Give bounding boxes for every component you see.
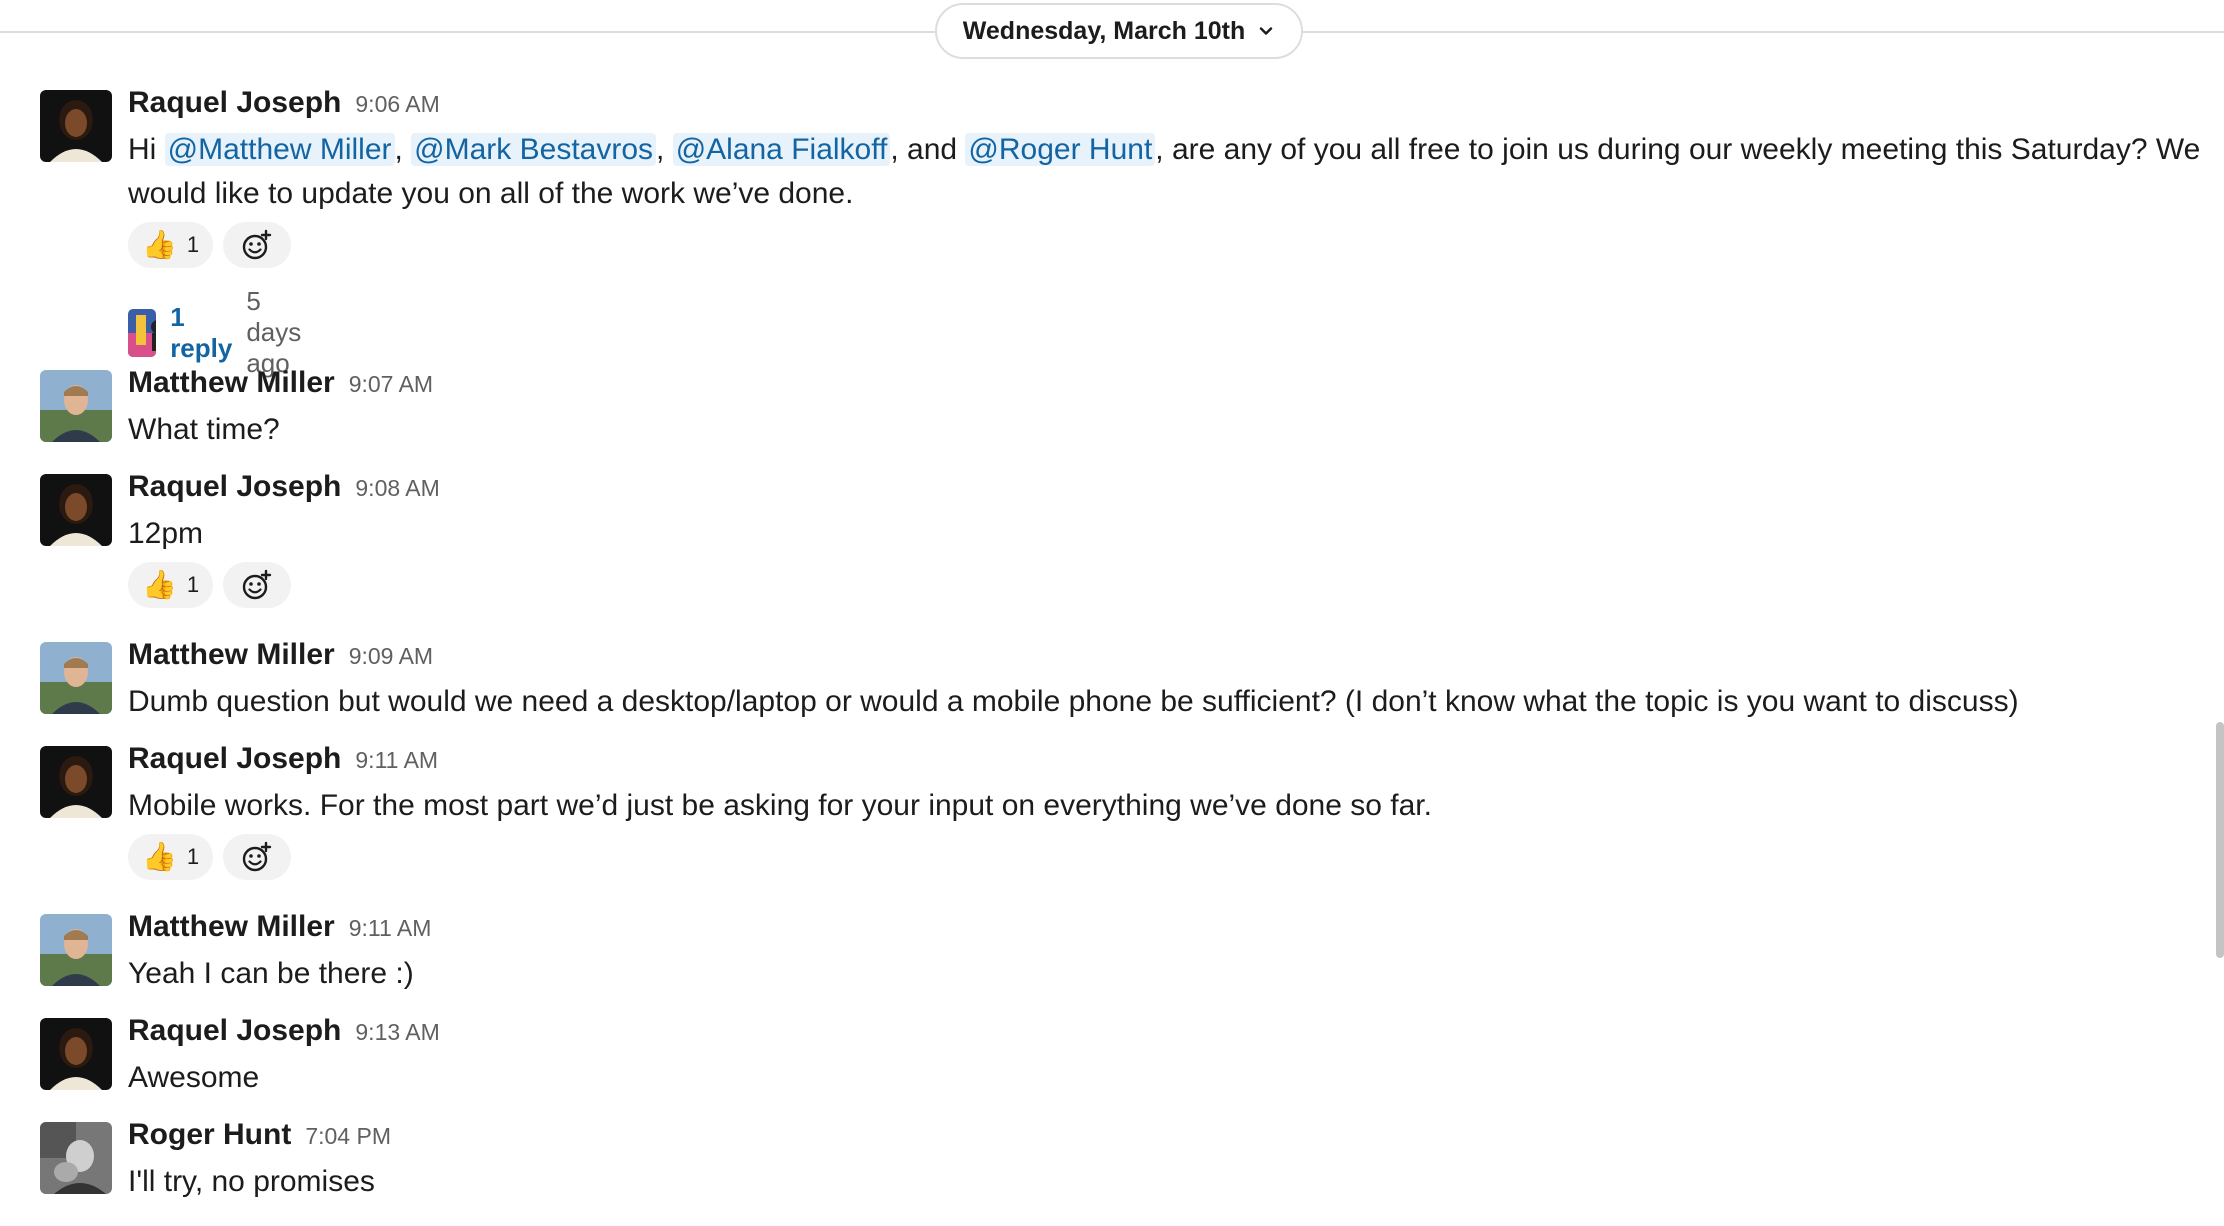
reply-avatar	[128, 309, 156, 357]
message-text: Dumb question but would we need a deskto…	[128, 685, 2019, 718]
avatar[interactable]	[40, 90, 112, 162]
chevron-down-icon	[1260, 27, 1273, 35]
reaction-count: 1	[186, 572, 200, 597]
add-reaction-icon	[240, 568, 274, 602]
avatar[interactable]	[40, 1018, 112, 1090]
avatar[interactable]	[40, 914, 112, 986]
author-name[interactable]: Matthew Miller	[128, 366, 335, 400]
message-text: Hi @Matthew Miller, @Mark Bestavros, @Al…	[128, 133, 2201, 210]
reply-count-link[interactable]: 1 reply	[170, 302, 232, 364]
author-name[interactable]: Matthew Miller	[128, 910, 335, 944]
mention-link[interactable]: @Alana Fialkoff	[672, 133, 891, 166]
message-text: I'll try, no promises	[128, 1165, 375, 1198]
add-reaction-button[interactable]	[223, 222, 292, 268]
author-name[interactable]: Raquel Joseph	[128, 742, 341, 776]
timestamp[interactable]: 9:07 AM	[349, 371, 433, 398]
author-name[interactable]: Matthew Miller	[128, 638, 335, 672]
add-reaction-icon	[240, 840, 274, 874]
thumbs-up-icon: 👍	[142, 229, 177, 260]
add-reaction-button[interactable]	[223, 834, 292, 880]
timestamp[interactable]: 9:09 AM	[349, 643, 433, 670]
message-text: Awesome	[128, 1061, 260, 1094]
author-name[interactable]: Raquel Joseph	[128, 1014, 341, 1048]
mention-link[interactable]: @Matthew Miller	[164, 133, 395, 166]
add-reaction-icon	[240, 228, 274, 262]
mention-link[interactable]: @Roger Hunt	[965, 133, 1156, 166]
message-text: 12pm	[128, 517, 204, 550]
thumbs-up-icon: 👍	[142, 569, 177, 600]
date-divider-label: Wednesday, March 10th	[962, 16, 1246, 45]
reaction-count: 1	[186, 232, 200, 257]
timestamp[interactable]: 9:06 AM	[355, 91, 439, 118]
date-divider-button[interactable]: Wednesday, March 10th	[935, 3, 1303, 59]
mention-link[interactable]: @Mark Bestavros	[411, 133, 657, 166]
avatar[interactable]	[40, 642, 112, 714]
timestamp[interactable]: 9:11 AM	[349, 915, 432, 942]
message-text: Yeah I can be there :)	[128, 957, 414, 990]
reaction-thumbs-up[interactable]: 👍 1	[128, 222, 214, 268]
add-reaction-button[interactable]	[223, 562, 292, 608]
avatar[interactable]	[40, 474, 112, 546]
timestamp[interactable]: 9:11 AM	[355, 747, 438, 774]
timestamp[interactable]: 9:13 AM	[355, 1019, 439, 1046]
message-text: What time?	[128, 413, 280, 446]
avatar[interactable]	[40, 1122, 112, 1194]
reaction-count: 1	[186, 844, 200, 869]
timestamp[interactable]: 9:08 AM	[355, 475, 439, 502]
avatar[interactable]	[40, 370, 112, 442]
author-name[interactable]: Raquel Joseph	[128, 86, 341, 120]
reaction-thumbs-up[interactable]: 👍 1	[128, 834, 214, 880]
scrollbar-thumb[interactable]	[2216, 722, 2224, 958]
timestamp[interactable]: 7:04 PM	[305, 1123, 391, 1150]
author-name[interactable]: Roger Hunt	[128, 1118, 291, 1152]
author-name[interactable]: Raquel Joseph	[128, 470, 341, 504]
message-text: Mobile works. For the most part we’d jus…	[128, 789, 1432, 822]
avatar[interactable]	[40, 746, 112, 818]
reaction-thumbs-up[interactable]: 👍 1	[128, 562, 214, 608]
thumbs-up-icon: 👍	[142, 841, 177, 872]
